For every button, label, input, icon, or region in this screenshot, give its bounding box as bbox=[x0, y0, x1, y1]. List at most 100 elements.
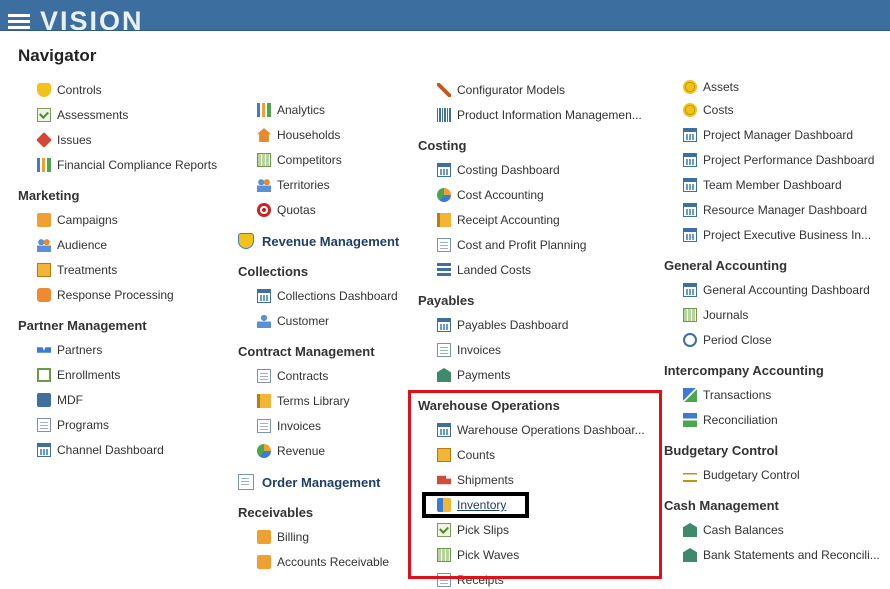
nav-item-label: MDF bbox=[57, 393, 83, 407]
nav-item-cost-and-profit-planning[interactable]: Cost and Profit Planning bbox=[437, 236, 586, 254]
category-contract-management: Contract Management bbox=[238, 344, 375, 359]
bank-icon bbox=[437, 368, 451, 382]
nav-item-response-processing[interactable]: Response Processing bbox=[37, 286, 174, 304]
category-budgetary-control: Budgetary Control bbox=[664, 443, 779, 458]
nav-item-audience[interactable]: Audience bbox=[37, 236, 107, 254]
nav-item-assessments[interactable]: Assessments bbox=[37, 106, 128, 124]
nav-item-payables-dashboard[interactable]: Payables Dashboard bbox=[437, 316, 568, 334]
checklist-icon bbox=[37, 108, 51, 122]
campaign-icon bbox=[37, 213, 51, 227]
nav-item-label: Partners bbox=[57, 343, 103, 357]
nav-item-cost-accounting[interactable]: Cost Accounting bbox=[437, 186, 544, 204]
nav-item-budgetary-control[interactable]: Budgetary Control bbox=[683, 466, 800, 484]
nav-item-label: Period Close bbox=[703, 333, 772, 347]
vision-logo: VISION bbox=[40, 6, 144, 30]
nav-item-label: Quotas bbox=[277, 203, 316, 217]
period-close-icon bbox=[683, 333, 697, 347]
nav-item-competitors[interactable]: Competitors bbox=[257, 151, 342, 169]
nav-item-label: Payments bbox=[457, 368, 511, 382]
nav-item-contracts[interactable]: Contracts bbox=[257, 367, 328, 385]
category-collections: Collections bbox=[238, 264, 309, 279]
nav-item-issues[interactable]: Issues bbox=[36, 131, 92, 149]
receipt-icon bbox=[437, 213, 451, 227]
nav-item-treatments[interactable]: Treatments bbox=[37, 261, 117, 279]
nav-item-channel-dashboard[interactable]: Channel Dashboard bbox=[37, 441, 164, 459]
revenue-management-link[interactable]: Revenue Management bbox=[238, 233, 399, 249]
nav-item-label: Invoices bbox=[277, 419, 322, 433]
nav-item-financial-compliance-reports[interactable]: Financial Compliance Reports bbox=[37, 156, 217, 174]
order-management-label: Order Management bbox=[262, 474, 381, 490]
nav-item-label: Treatments bbox=[57, 263, 118, 277]
nav-item-invoices-payables[interactable]: Invoices bbox=[437, 341, 501, 359]
nav-item-resource-manager-dashboard[interactable]: Resource Manager Dashboard bbox=[683, 201, 867, 219]
nav-item-programs[interactable]: Programs bbox=[37, 416, 109, 434]
bank-icon bbox=[683, 548, 697, 562]
book-icon bbox=[257, 394, 271, 408]
nav-item-payments[interactable]: Payments bbox=[437, 366, 510, 384]
nav-item-label: Customer bbox=[277, 314, 330, 328]
nav-item-label: Invoices bbox=[457, 343, 502, 357]
nav-item-controls[interactable]: Controls bbox=[37, 81, 102, 99]
nav-item-campaigns[interactable]: Campaigns bbox=[37, 211, 118, 229]
order-management-icon bbox=[238, 474, 254, 490]
analytics-icon bbox=[257, 103, 271, 117]
nav-item-terms-library[interactable]: Terms Library bbox=[257, 392, 350, 410]
nav-item-revenue[interactable]: Revenue bbox=[257, 442, 325, 460]
nav-item-label: Competitors bbox=[277, 153, 342, 167]
tag-icon bbox=[36, 132, 52, 148]
nav-item-team-member-dashboard[interactable]: Team Member Dashboard bbox=[683, 176, 842, 194]
category-costing: Costing bbox=[418, 138, 467, 153]
nav-item-quotas[interactable]: Quotas bbox=[257, 201, 316, 219]
nav-item-assets[interactable]: Assets bbox=[683, 78, 739, 96]
nav-item-configurator-models[interactable]: Configurator Models bbox=[437, 81, 565, 99]
nav-item-project-manager-dashboard[interactable]: Project Manager Dashboard bbox=[683, 126, 853, 144]
nav-item-enrollments[interactable]: Enrollments bbox=[37, 366, 120, 384]
nav-item-territories[interactable]: Territories bbox=[257, 176, 330, 194]
nav-item-label: Collections Dashboard bbox=[277, 289, 398, 303]
dashboard-icon bbox=[683, 128, 697, 142]
category-general-accounting: General Accounting bbox=[664, 258, 788, 273]
nav-item-analytics[interactable]: Analytics bbox=[257, 101, 325, 119]
nav-item-project-performance-dashboard[interactable]: Project Performance Dashboard bbox=[683, 151, 874, 169]
nav-item-bank-statements-and-reconciliation[interactable]: Bank Statements and Reconcili... bbox=[683, 546, 880, 564]
nav-item-label: Financial Compliance Reports bbox=[57, 158, 218, 172]
document-icon bbox=[257, 369, 271, 383]
nav-item-customer[interactable]: Customer bbox=[257, 312, 329, 330]
nav-item-transactions[interactable]: Transactions bbox=[683, 386, 771, 404]
dashboard-icon bbox=[683, 178, 697, 192]
nav-item-accounts-receivable[interactable]: Accounts Receivable bbox=[257, 553, 389, 571]
clipboard-icon bbox=[37, 263, 51, 277]
revenue-management-label: Revenue Management bbox=[262, 233, 400, 249]
nav-item-general-accounting-dashboard[interactable]: General Accounting Dashboard bbox=[683, 281, 870, 299]
nav-item-reconciliation[interactable]: Reconciliation bbox=[683, 411, 778, 429]
nav-item-label: Payables Dashboard bbox=[457, 318, 569, 332]
nav-item-landed-costs[interactable]: Landed Costs bbox=[437, 261, 531, 279]
nav-item-journals[interactable]: Journals bbox=[683, 306, 748, 324]
nav-item-billing[interactable]: Billing bbox=[257, 528, 309, 546]
nav-item-invoices-contract[interactable]: Invoices bbox=[257, 417, 321, 435]
nav-item-project-executive-business[interactable]: Project Executive Business In... bbox=[683, 226, 871, 244]
nav-item-label: Receipt Accounting bbox=[457, 213, 560, 227]
document-icon bbox=[37, 418, 51, 432]
dashboard-icon bbox=[257, 289, 271, 303]
nav-item-label: Programs bbox=[57, 418, 110, 432]
user-icon bbox=[257, 314, 271, 328]
nav-item-collections-dashboard[interactable]: Collections Dashboard bbox=[257, 287, 398, 305]
category-marketing: Marketing bbox=[18, 188, 80, 203]
nav-item-label: Enrollments bbox=[57, 368, 121, 382]
nav-item-mdf[interactable]: MDF bbox=[37, 391, 83, 409]
order-management-link[interactable]: Order Management bbox=[238, 474, 380, 490]
hamburger-menu-icon[interactable] bbox=[8, 14, 30, 30]
bar-chart-icon bbox=[37, 158, 51, 172]
nav-item-receipt-accounting[interactable]: Receipt Accounting bbox=[437, 211, 560, 229]
nav-item-label: Response Processing bbox=[57, 288, 174, 302]
audience-icon bbox=[37, 238, 51, 252]
nav-item-households[interactable]: Households bbox=[257, 126, 340, 144]
nav-item-partners[interactable]: Partners bbox=[37, 341, 102, 359]
nav-item-cash-balances[interactable]: Cash Balances bbox=[683, 521, 784, 539]
nav-item-costing-dashboard[interactable]: Costing Dashboard bbox=[437, 161, 560, 179]
nav-item-product-information-management[interactable]: Product Information Managemen... bbox=[437, 106, 642, 124]
category-receivables: Receivables bbox=[238, 505, 314, 520]
nav-item-period-close[interactable]: Period Close bbox=[683, 331, 772, 349]
nav-item-costs[interactable]: Costs bbox=[683, 101, 734, 119]
